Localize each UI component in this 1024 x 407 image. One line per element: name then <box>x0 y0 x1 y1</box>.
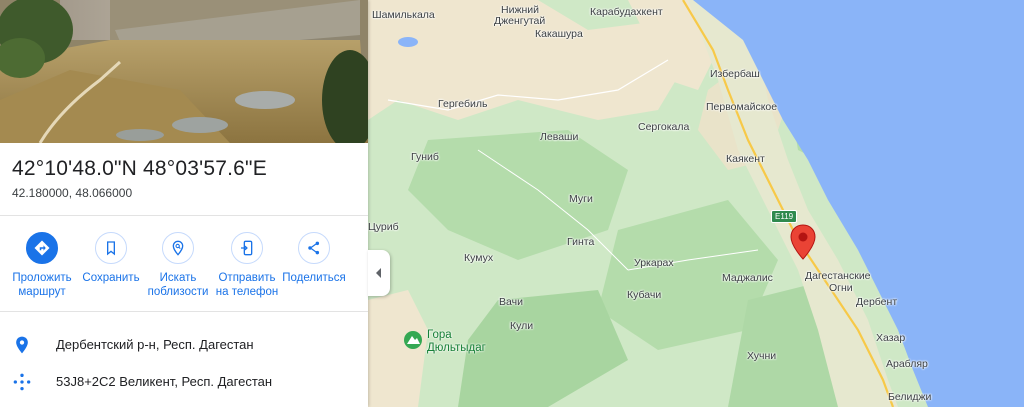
map-label[interactable]: Уркарах <box>634 257 674 269</box>
peak-label-line1: Гора <box>427 329 452 341</box>
save-label: Сохранить <box>82 272 140 284</box>
directions-label-2: маршрут <box>18 286 66 298</box>
map-label[interactable]: Карабудахкент <box>590 6 663 18</box>
map-label[interactable]: Гергебиль <box>438 98 487 110</box>
map-label[interactable]: Гинта <box>567 236 594 248</box>
send-label-2: на телефон <box>215 286 279 298</box>
send-label-1: Отправить <box>218 272 276 284</box>
map-label[interactable]: Арабляр <box>886 358 928 370</box>
map-label[interactable]: Муги <box>569 193 593 205</box>
plus-code-text: 53J8+2C2 Великент, Респ. Дагестан <box>56 374 273 389</box>
map-label[interactable]: Шамилькала <box>372 9 435 21</box>
peak-label-line2: Дюльтыдаг <box>427 342 486 354</box>
location-pin-icon <box>12 335 32 355</box>
map-view[interactable]: Шамилькала Нижний Дженгутай Карабудахкен… <box>368 0 1024 407</box>
address-text: Дербентский р-н, Респ. Дагестан <box>56 337 254 352</box>
search-nearby-button[interactable]: Искать поблизости <box>144 232 212 299</box>
map-label[interactable]: Первомайское <box>706 101 777 113</box>
collapse-panel-button[interactable] <box>368 250 390 296</box>
directions-button[interactable]: Проложить маршрут <box>8 232 76 299</box>
location-marker-icon[interactable] <box>790 224 816 260</box>
map-label[interactable]: Хазар <box>876 332 905 344</box>
bookmark-icon <box>95 232 127 264</box>
map-label[interactable]: Избербаш <box>710 68 760 80</box>
map-label[interactable]: Огни <box>829 282 853 294</box>
action-bar: Проложить маршрут Сохранить Искать поблизо… <box>0 232 368 302</box>
map-label[interactable]: Вачи <box>499 296 523 308</box>
share-label: Поделиться <box>282 272 346 284</box>
share-button[interactable]: Поделиться <box>280 232 348 285</box>
road-shield: E119 <box>771 210 798 223</box>
map-label[interactable]: Какашура <box>535 28 583 40</box>
map-label[interactable]: Кумух <box>464 252 493 264</box>
divider <box>0 215 368 216</box>
map-label[interactable]: Дженгутай <box>494 15 545 27</box>
map-label[interactable]: Дагестанские <box>805 270 871 282</box>
chevron-left-icon <box>376 268 381 278</box>
save-button[interactable]: Сохранить <box>77 232 145 285</box>
map-label[interactable]: Белиджи <box>888 391 931 403</box>
nearby-label-1: Искать <box>159 272 197 284</box>
place-panel: 42°10'48.0"N 48°03'57.6"E 42.180000, 48.… <box>0 0 368 407</box>
map-label[interactable]: Каякент <box>726 153 765 165</box>
map-label[interactable]: Кубачи <box>627 289 661 301</box>
map-label[interactable]: Гуниб <box>411 151 439 163</box>
nearby-label-2: поблизости <box>147 286 209 298</box>
directions-label-1: Проложить <box>12 272 72 284</box>
divider <box>0 311 368 312</box>
map-label[interactable]: Леваши <box>540 131 578 143</box>
directions-icon <box>26 232 58 264</box>
send-to-phone-icon <box>231 232 263 264</box>
map-label[interactable]: Кули <box>510 320 533 332</box>
coordinates-title: 42°10'48.0"N 48°03'57.6"E <box>12 157 267 180</box>
plus-code-icon <box>12 372 32 392</box>
decimal-coordinates[interactable]: 42.180000, 48.066000 <box>12 186 132 200</box>
address-row[interactable]: Дербентский р-н, Респ. Дагестан <box>0 327 368 363</box>
send-to-phone-button[interactable]: Отправить на телефон <box>213 232 281 299</box>
nearby-icon <box>162 232 194 264</box>
map-label[interactable]: Дербент <box>856 296 897 308</box>
share-icon <box>298 232 330 264</box>
map-label[interactable]: Цуриб <box>368 221 399 233</box>
map-label[interactable]: Сергокала <box>638 121 689 133</box>
place-photo[interactable] <box>0 0 368 143</box>
peak-label[interactable]: Гора Дюльтыдаг <box>427 329 486 355</box>
plus-code-row[interactable]: 53J8+2C2 Великент, Респ. Дагестан <box>0 364 368 400</box>
map-label[interactable]: Маджалис <box>722 272 773 284</box>
map-label[interactable]: Хучни <box>747 350 776 362</box>
